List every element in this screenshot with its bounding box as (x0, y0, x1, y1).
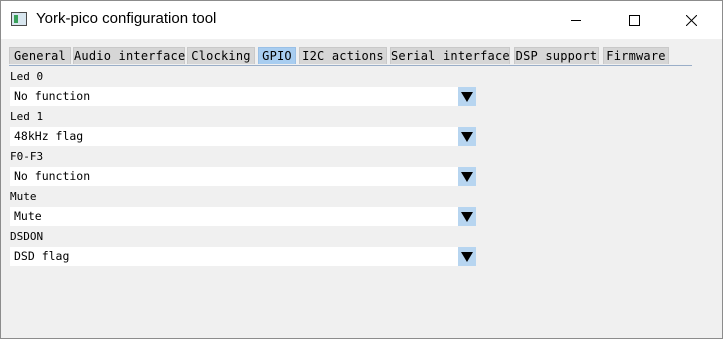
tab-gpio[interactable]: GPIO (258, 47, 296, 64)
close-icon (685, 14, 697, 26)
dsdon-value: DSD flag (14, 249, 70, 263)
led1-label: Led 1 (10, 110, 44, 123)
f0-f3-label: F0-F3 (10, 150, 44, 163)
dsdon-select[interactable]: DSD flag (10, 247, 476, 266)
tab-audio-interface[interactable]: Audio interface (73, 47, 185, 64)
f0-f3-select[interactable]: No function (10, 167, 476, 186)
tab-serial-interface[interactable]: Serial interface (390, 47, 510, 64)
triangle-down-icon (461, 251, 473, 262)
window-title: York-pico configuration tool (36, 10, 217, 27)
triangle-down-icon (461, 91, 473, 102)
app-window: York-pico configuration tool General Aud… (0, 0, 723, 339)
maximize-icon (628, 14, 640, 26)
mute-label: Mute (10, 190, 37, 203)
led0-select[interactable]: No function (10, 87, 476, 106)
led1-select[interactable]: 48kHz flag (10, 127, 476, 146)
title-bar[interactable]: York-pico configuration tool (1, 1, 722, 39)
minimize-button[interactable] (553, 1, 599, 39)
f0-f3-value: No function (14, 169, 91, 183)
mute-dropdown-button[interactable] (458, 207, 476, 226)
led1-dropdown-button[interactable] (458, 127, 476, 146)
app-icon (11, 12, 27, 26)
minimize-icon (571, 20, 581, 21)
led1-value: 48kHz flag (14, 129, 84, 143)
close-button[interactable] (668, 1, 714, 39)
mute-value: Mute (14, 209, 42, 223)
tab-i2c-actions[interactable]: I2C actions (299, 47, 387, 64)
maximize-button[interactable] (611, 1, 657, 39)
triangle-down-icon (461, 211, 473, 222)
tab-dsp-support[interactable]: DSP support (514, 47, 599, 64)
tab-bar: General Audio interface Clocking GPIO I2… (9, 47, 692, 66)
tab-general[interactable]: General (9, 47, 71, 64)
led0-dropdown-button[interactable] (458, 87, 476, 106)
dsdon-dropdown-button[interactable] (458, 247, 476, 266)
f0-f3-dropdown-button[interactable] (458, 167, 476, 186)
tab-clocking[interactable]: Clocking (187, 47, 255, 64)
led0-value: No function (14, 89, 91, 103)
mute-select[interactable]: Mute (10, 207, 476, 226)
triangle-down-icon (461, 131, 473, 142)
led0-label: Led 0 (10, 70, 44, 83)
triangle-down-icon (461, 171, 473, 182)
tab-firmware[interactable]: Firmware (603, 47, 669, 64)
dsdon-label: DSDON (10, 230, 44, 243)
